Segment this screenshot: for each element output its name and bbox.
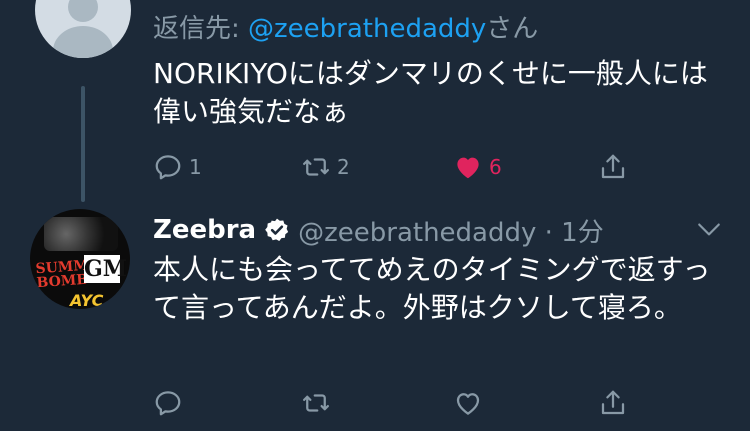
verified-badge-icon [265, 218, 289, 241]
avatar-head-shape [68, 0, 98, 22]
avatar-body-shape [53, 26, 113, 58]
reply-to-prefix: 返信先: [153, 14, 249, 44]
share-button[interactable] [598, 388, 628, 418]
reply-count: 1 [189, 155, 202, 179]
avatar-ayc-text: AYC [70, 291, 104, 309]
reply-button[interactable]: 1 [153, 152, 202, 182]
retweet-count: 2 [337, 155, 350, 179]
chevron-down-icon[interactable] [696, 220, 722, 240]
reply-icon [155, 155, 181, 180]
main-tweet-text: 本人にも会っててめえのタイミングで返すって言ってあんだよ。外野はクソして寝ろ。 [153, 253, 711, 324]
like-button[interactable] [453, 388, 483, 418]
avatar-gm-logo: GM [84, 255, 128, 283]
main-tweet-actions [153, 385, 643, 421]
default-avatar[interactable] [35, 0, 131, 58]
retweet-button[interactable]: 2 [301, 152, 350, 182]
author-handle-and-time[interactable]: @zeebrathedaddy · 1分 [298, 212, 604, 249]
retweet-icon [303, 158, 329, 176]
tweet-author-row: Zeebra @zeebrathedaddy · 1分 [153, 212, 604, 249]
like-count: 6 [489, 155, 502, 179]
share-icon [601, 154, 625, 179]
reply-button[interactable] [153, 388, 183, 418]
heart-outline-icon [456, 393, 480, 415]
share-button[interactable] [598, 152, 628, 182]
author-name[interactable]: Zeebra [153, 215, 256, 245]
reply-tweet-actions: 1 2 6 [153, 149, 643, 185]
heart-filled-icon [457, 157, 479, 179]
retweet-icon [303, 394, 329, 412]
thread-connector-line [81, 86, 85, 202]
reply-tweet-text: NORIKIYOにはダンマリのくせに一般人には偉い強気だなぁ [153, 57, 708, 128]
retweet-button[interactable] [301, 388, 331, 418]
like-button[interactable]: 6 [453, 152, 502, 182]
reply-to-line: 返信先: @zeebrathedaddyさん [153, 8, 538, 45]
share-icon [601, 390, 625, 415]
zeebra-avatar[interactable]: SUMMER BOMB GM AYC [30, 209, 130, 309]
reply-to-suffix: さん [486, 14, 539, 44]
reply-icon [155, 391, 181, 416]
reply-to-handle-link[interactable]: @zeebrathedaddy [248, 14, 486, 44]
avatar-artwork [44, 217, 118, 251]
